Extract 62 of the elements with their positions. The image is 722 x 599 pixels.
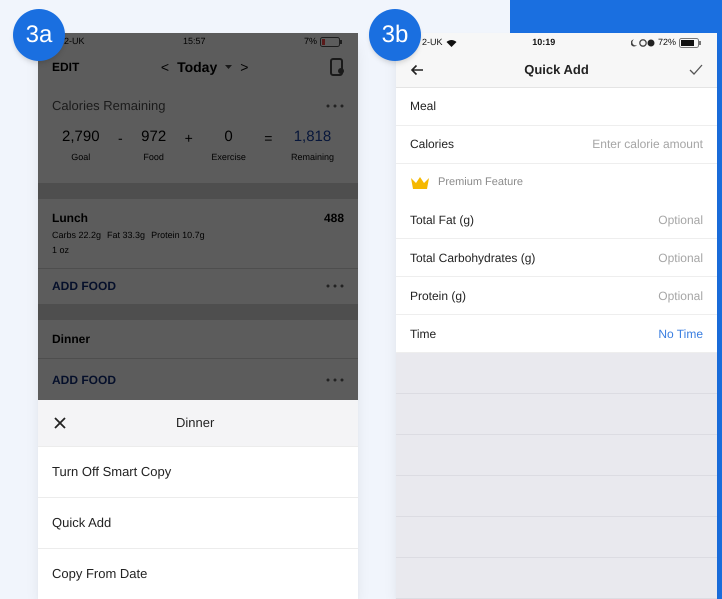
wifi-icon bbox=[446, 38, 457, 46]
operator-text: = bbox=[264, 128, 272, 148]
calorie-value: 972 bbox=[141, 126, 166, 147]
sheet-title: Dinner bbox=[176, 414, 214, 432]
macro-text: Carbs 22.2g bbox=[52, 228, 102, 242]
field-label: Total Fat (g) bbox=[410, 212, 474, 229]
macro-text: Fat 33.3g bbox=[107, 228, 146, 242]
field-label: Calories bbox=[410, 136, 454, 154]
serving-text: 1 oz bbox=[52, 244, 70, 258]
calorie-value: 1,818 bbox=[294, 126, 332, 147]
battery-text: 72% bbox=[658, 36, 676, 49]
check-icon bbox=[689, 64, 703, 75]
calorie-value: 2,790 bbox=[62, 126, 100, 147]
field-label: Time bbox=[410, 326, 436, 343]
field-label: Protein (g) bbox=[410, 288, 466, 305]
step-badge: 3b bbox=[369, 9, 421, 61]
battery-icon bbox=[679, 38, 701, 48]
more-icon bbox=[326, 104, 344, 108]
meal-title: Lunch bbox=[52, 210, 88, 227]
calorie-label: Goal bbox=[71, 151, 90, 164]
carrier-text: 2-UK bbox=[63, 35, 85, 48]
caret-icon bbox=[225, 65, 232, 70]
status-icons bbox=[630, 38, 655, 46]
input-field[interactable]: Enter calorie amount bbox=[553, 135, 703, 154]
battery-text: 7% bbox=[304, 35, 317, 48]
more-icon bbox=[326, 378, 344, 382]
carrier-text: 2-UK bbox=[422, 36, 443, 49]
menu-item[interactable]: Turn Off Smart Copy bbox=[52, 462, 172, 482]
calorie-label: Remaining bbox=[290, 151, 334, 164]
input-field[interactable]: Optional bbox=[553, 286, 703, 305]
date-title[interactable]: Today bbox=[177, 56, 218, 78]
input-field[interactable]: Optional bbox=[553, 210, 703, 229]
field-label: Total Carbohydrates (g) bbox=[410, 250, 536, 267]
operator-text: - bbox=[118, 128, 123, 148]
input-field[interactable]: Optional bbox=[553, 248, 703, 267]
back-arrow-icon bbox=[410, 64, 424, 76]
macro-text: Protein 10.7g bbox=[151, 228, 205, 242]
meal-calories: 488 bbox=[324, 210, 344, 227]
menu-item[interactable]: Quick Add bbox=[52, 513, 112, 533]
edit-button[interactable]: EDIT bbox=[52, 58, 80, 76]
add-food-button[interactable]: ADD FOOD bbox=[52, 277, 116, 296]
more-icon bbox=[326, 284, 344, 288]
crown-icon bbox=[410, 176, 430, 190]
battery-icon bbox=[320, 36, 342, 47]
close-icon bbox=[54, 417, 66, 429]
previous-day-button[interactable]: < bbox=[160, 56, 170, 78]
calorie-value: 0 bbox=[224, 126, 233, 147]
operator-text: + bbox=[184, 128, 193, 148]
screen-title: Quick Add bbox=[524, 60, 589, 79]
premium-label: Premium Feature bbox=[438, 175, 523, 190]
menu-item[interactable]: Copy From Date bbox=[52, 564, 148, 584]
calorie-label: Food bbox=[143, 151, 164, 164]
next-day-button[interactable]: > bbox=[240, 56, 248, 78]
meal-title: Dinner bbox=[52, 331, 90, 348]
time-picker-link[interactable]: No Time bbox=[658, 324, 703, 343]
time-text: 15:57 bbox=[182, 35, 206, 48]
time-text: 10:19 bbox=[532, 36, 556, 49]
field-label: Meal bbox=[410, 98, 436, 116]
card-title: Calories Remaining bbox=[52, 97, 166, 116]
step-badge: 3a bbox=[13, 9, 65, 61]
add-food-button[interactable]: ADD FOOD bbox=[52, 370, 116, 389]
calorie-label: Exercise bbox=[211, 151, 246, 164]
